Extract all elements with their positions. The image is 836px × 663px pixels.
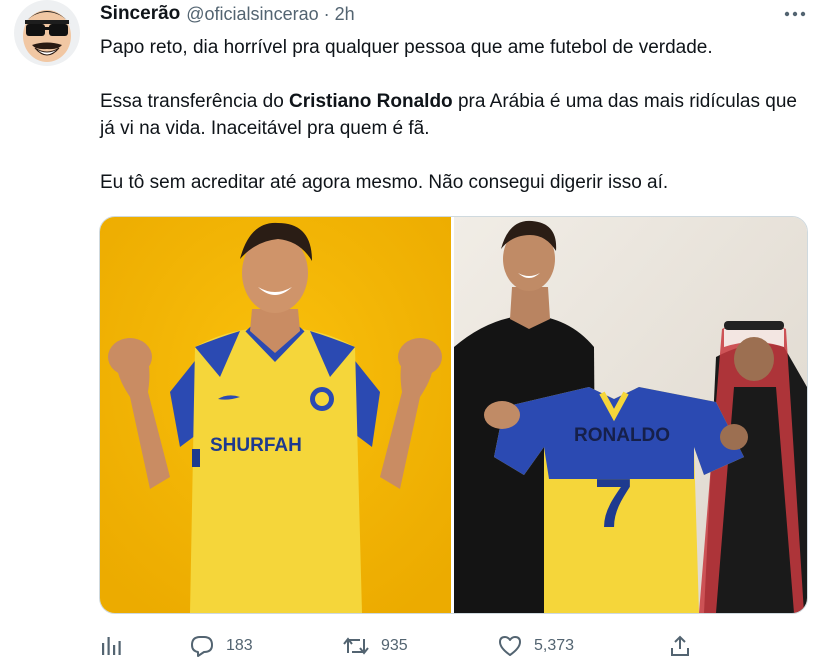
tweet-actions: 183 935 5,373 (100, 629, 700, 663)
tweet-paragraph-3: Eu tô sem acreditar até agora mesmo. Não… (100, 172, 669, 193)
retweet-count: 935 (381, 637, 408, 654)
tweet-paragraph-2: Essa transferência do Cristiano Ronaldo … (100, 88, 810, 142)
right-jersey-number: 7 (594, 464, 633, 542)
analytics-button[interactable] (100, 629, 122, 663)
tweet-media[interactable]: SHURFAH RONALDO 7 (99, 216, 808, 614)
separator-dot: · (323, 3, 330, 24)
like-count: 5,373 (534, 637, 575, 654)
share-icon[interactable] (669, 635, 691, 657)
media-photo-left[interactable]: SHURFAH (100, 217, 451, 613)
retweet-button[interactable]: 935 (343, 629, 408, 663)
retweet-icon[interactable] (343, 635, 369, 657)
share-button[interactable] (669, 629, 691, 663)
tweet-paragraph-1: Papo reto, dia horrível pra qualquer pes… (100, 37, 713, 58)
tweet-text: Papo reto, dia horrível pra qualquer pes… (100, 34, 810, 196)
more-icon[interactable] (782, 4, 808, 24)
right-jersey-name: RONALDO (574, 425, 670, 446)
analytics-icon[interactable] (100, 635, 122, 657)
reply-count: 183 (226, 637, 253, 654)
avatar[interactable] (14, 0, 80, 66)
like-icon[interactable] (498, 635, 522, 657)
reply-button[interactable]: 183 (190, 629, 253, 663)
left-jersey-sponsor: SHURFAH (210, 435, 302, 456)
tweet: Sincerão @oficialsincerao · 2h Papo reto… (0, 0, 836, 663)
reply-icon[interactable] (190, 635, 214, 657)
author-name[interactable]: Sincerão (100, 3, 180, 25)
media-photo-right[interactable]: RONALDO 7 (454, 217, 807, 613)
timestamp[interactable]: 2h (335, 4, 355, 25)
tweet-bold-name: Cristiano Ronaldo (289, 91, 453, 112)
tweet-header: Sincerão @oficialsincerao · 2h (100, 2, 355, 26)
author-handle[interactable]: @oficialsincerao (186, 4, 318, 25)
tweet-text-part: Essa transferência do (100, 91, 290, 112)
like-button[interactable]: 5,373 (498, 629, 574, 663)
